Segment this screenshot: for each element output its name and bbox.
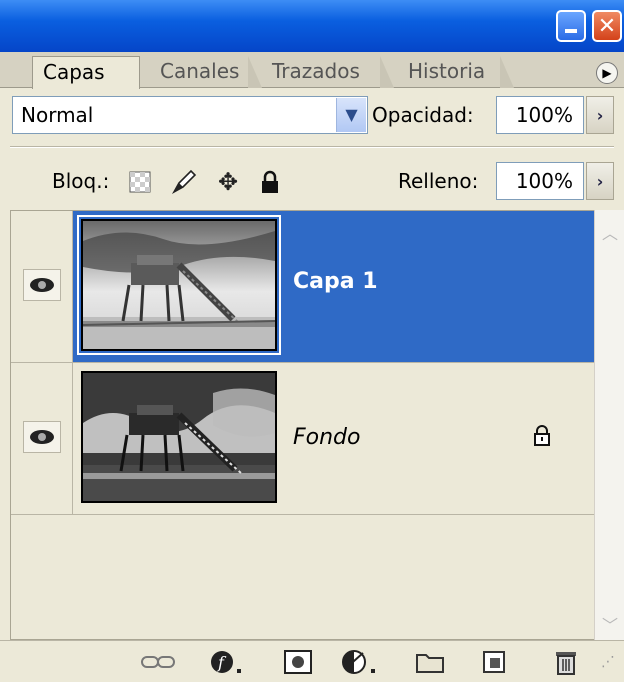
layer-thumbnail[interactable]: [77, 215, 281, 355]
layers-list: Capa 1 Fondo: [10, 210, 595, 640]
panel-menu-button[interactable]: ▶: [596, 62, 618, 84]
minimize-button[interactable]: [556, 10, 586, 42]
tab-canales[interactable]: Canales: [150, 56, 262, 88]
layer-name[interactable]: Capa 1: [293, 269, 378, 294]
new-layer-icon[interactable]: [476, 649, 512, 675]
eye-icon[interactable]: [23, 269, 61, 301]
opacity-input[interactable]: 100%: [496, 96, 584, 134]
lock-icon: [533, 425, 551, 453]
lock-image-pixels-icon[interactable]: [170, 168, 198, 196]
link-layers-icon[interactable]: [138, 649, 178, 675]
opacity-slider-button[interactable]: ›: [586, 96, 614, 134]
visibility-cell: [11, 363, 73, 514]
tab-label: Canales: [160, 59, 240, 83]
tab-label: Historia: [408, 59, 486, 83]
chevron-down-icon[interactable]: ▼: [336, 98, 366, 132]
divider: [10, 146, 614, 148]
layer-row-capa-1[interactable]: Capa 1: [11, 211, 595, 363]
layer-name[interactable]: Fondo: [293, 425, 360, 450]
blend-mode-select[interactable]: Normal ▼: [12, 96, 368, 134]
layer-thumbnail[interactable]: [81, 371, 277, 503]
fill-label: Relleno:: [398, 169, 479, 193]
tab-label: Capas: [43, 60, 105, 84]
panel-tabs: Capas Canales Trazados Historia ▶: [0, 52, 624, 89]
visibility-cell: [11, 211, 73, 362]
blend-mode-value: Normal: [21, 103, 94, 127]
layer-style-icon[interactable]: f: [208, 649, 250, 675]
fill-input[interactable]: 100%: [496, 162, 584, 200]
adjustment-layer-icon[interactable]: [340, 649, 386, 675]
delete-layer-icon[interactable]: [548, 649, 584, 675]
close-button[interactable]: ✕: [592, 10, 622, 42]
layer-row-fondo[interactable]: Fondo: [11, 363, 595, 515]
eye-icon[interactable]: [23, 421, 61, 453]
panel-title-bar: ✕: [0, 0, 624, 52]
opacity-label: Opacidad:: [372, 103, 474, 127]
layer-mask-icon[interactable]: [280, 649, 316, 675]
tab-trazados[interactable]: Trazados: [262, 56, 394, 88]
lock-transparency-icon[interactable]: [126, 168, 154, 196]
layers-scrollbar[interactable]: ︿ ﹀: [594, 210, 624, 640]
tab-capas[interactable]: Capas: [32, 56, 140, 89]
fill-slider-button[interactable]: ›: [586, 162, 614, 200]
layers-footer-toolbar: f ⋰: [0, 640, 624, 682]
scroll-down-icon[interactable]: ﹀: [601, 612, 619, 635]
scroll-up-icon[interactable]: ︿: [601, 220, 619, 243]
resize-grip-icon[interactable]: ⋰: [598, 649, 618, 675]
tab-label: Trazados: [272, 59, 360, 83]
new-group-icon[interactable]: [412, 649, 448, 675]
lock-position-icon[interactable]: ✥: [214, 168, 242, 196]
lock-label: Bloq.:: [52, 169, 110, 193]
lock-all-icon[interactable]: [256, 168, 284, 196]
tab-historia[interactable]: Historia: [398, 56, 514, 88]
